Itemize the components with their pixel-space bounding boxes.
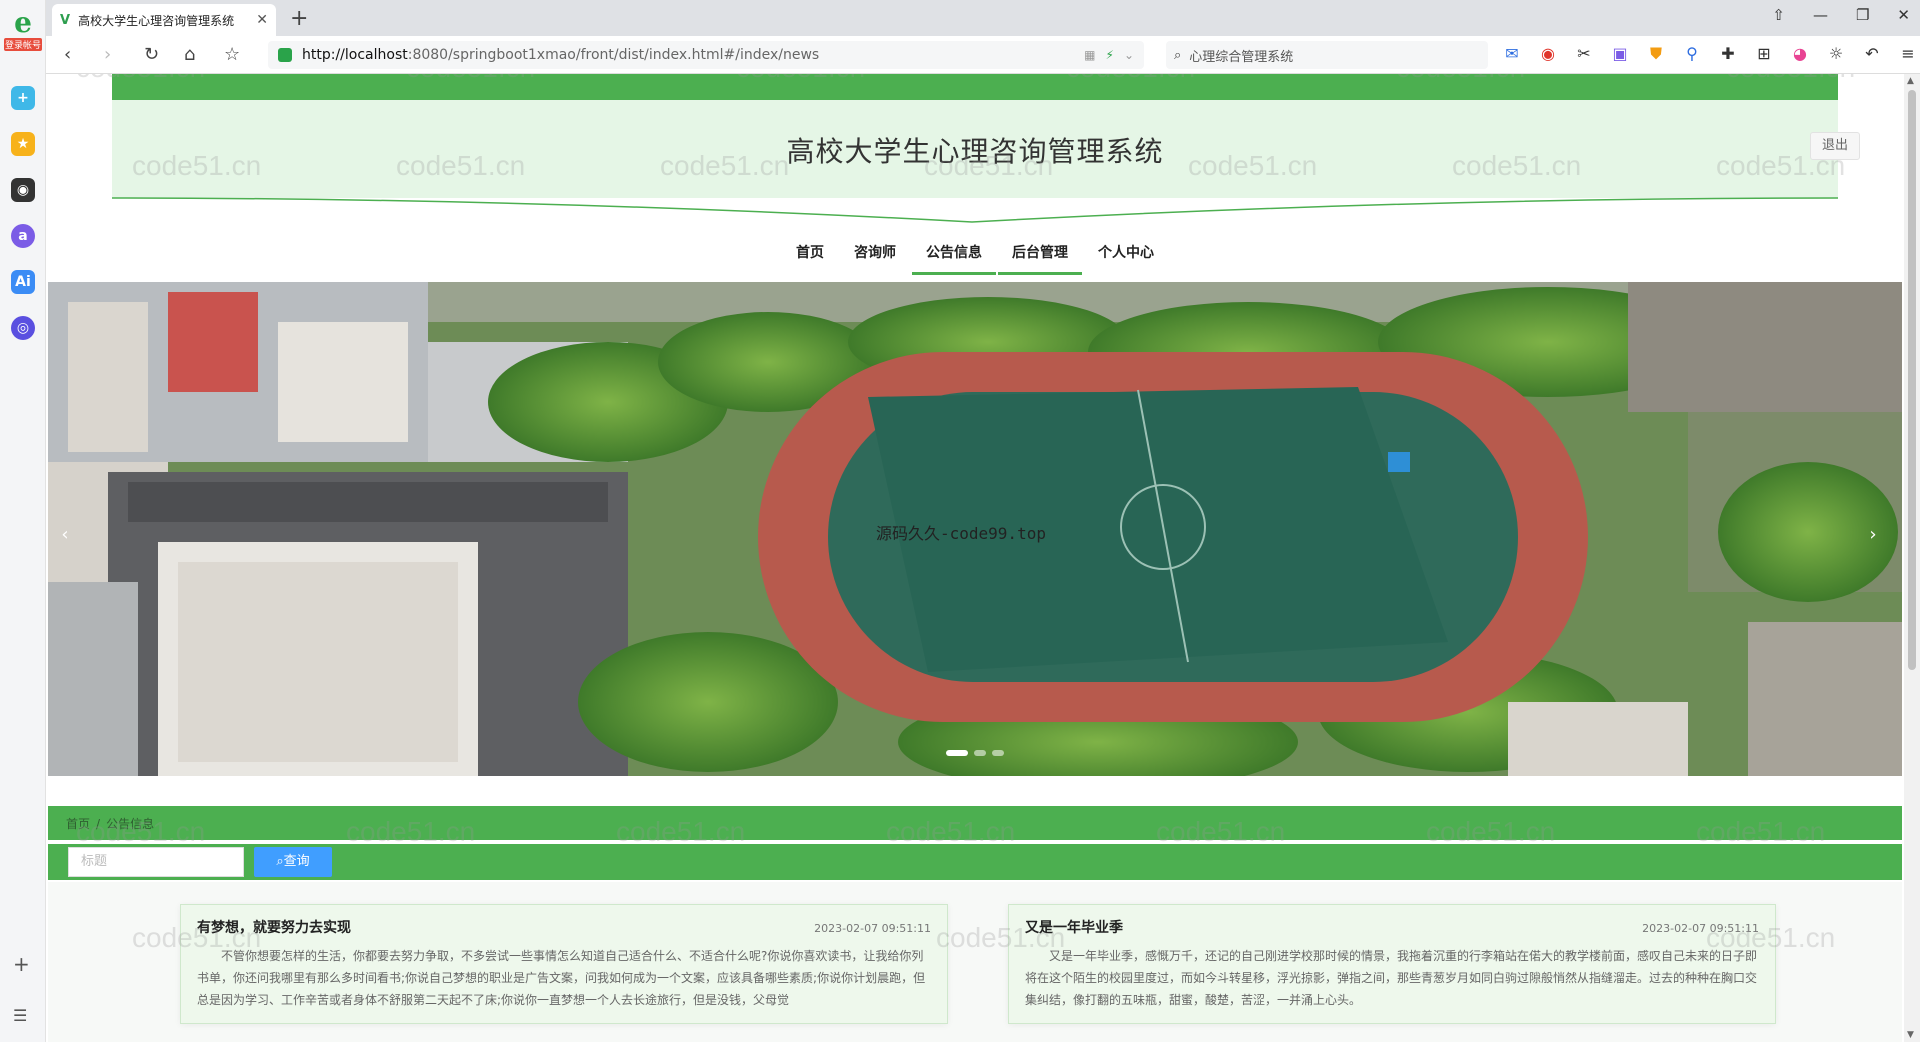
browser-toolbar: ‹ › ↻ ⌂ ☆ http://localhost:8080/springbo… bbox=[46, 36, 1920, 74]
extension-toolbar: ✉ ◉ ✂ ▣ ⛊ ⚲ ✚ ⊞ ◕ ☼ ↶ ≡ bbox=[1502, 44, 1918, 64]
qr-icon[interactable]: ▦ bbox=[1084, 48, 1095, 62]
scroll-thumb[interactable] bbox=[1908, 90, 1916, 670]
restore-icon[interactable]: ❐ bbox=[1856, 6, 1869, 24]
search-icon: ⌕ bbox=[276, 854, 284, 869]
tab-title: 高校大学生心理咨询管理系统 bbox=[78, 13, 235, 28]
news-card[interactable]: 又是一年毕业季 2023-02-07 09:51:11 又是一年毕业季，感慨万千… bbox=[1008, 904, 1776, 1024]
banner-dot[interactable] bbox=[946, 750, 968, 756]
banner-dot[interactable] bbox=[974, 750, 986, 756]
plus-app-icon[interactable]: + bbox=[11, 86, 35, 110]
add-app-icon[interactable]: + bbox=[13, 952, 30, 976]
header-top-bar bbox=[112, 74, 1838, 100]
browser-search[interactable]: ⌕ 心理综合管理系统 bbox=[1166, 41, 1488, 69]
news-title: 又是一年毕业季 bbox=[1025, 920, 1123, 936]
news-card[interactable]: 有梦想，就要努力去实现 2023-02-07 09:51:11 不管你想要怎样的… bbox=[180, 904, 948, 1024]
grid-icon[interactable]: ⊞ bbox=[1754, 44, 1774, 64]
banner-next-icon[interactable]: › bbox=[1862, 520, 1884, 550]
search-icon: ⌕ bbox=[1174, 47, 1182, 63]
nav-admin[interactable]: 后台管理 bbox=[998, 238, 1082, 275]
home-icon[interactable]: ⌂ bbox=[184, 44, 195, 65]
query-button[interactable]: ⌕查询 bbox=[254, 847, 332, 877]
bookmark-star-icon[interactable]: ☆ bbox=[224, 44, 240, 65]
banner-prev-icon[interactable]: ‹ bbox=[54, 520, 76, 550]
login-badge: 登录帐号 bbox=[4, 38, 42, 51]
magnifier-icon[interactable]: ⚲ bbox=[1682, 44, 1702, 64]
browser-menu-icon[interactable]: ≡ bbox=[1898, 44, 1918, 64]
search-text: 心理综合管理系统 bbox=[1189, 49, 1294, 65]
puzzle-icon[interactable]: ✚ bbox=[1718, 44, 1738, 64]
breadcrumb-separator: / bbox=[96, 817, 101, 831]
header-wave bbox=[112, 190, 1838, 223]
ai-app-icon[interactable]: Ai bbox=[11, 270, 35, 294]
nav-profile[interactable]: 个人中心 bbox=[1084, 238, 1168, 275]
undo-icon[interactable]: ↶ bbox=[1862, 44, 1882, 64]
scroll-up-icon[interactable]: ▲ bbox=[1907, 76, 1914, 86]
secure-shield-icon bbox=[278, 48, 292, 62]
breadcrumb-current: 公告信息 bbox=[106, 817, 155, 831]
back-icon[interactable]: ‹ bbox=[64, 44, 71, 65]
address-bar[interactable]: http://localhost:8080/springboot1xmao/fr… bbox=[268, 41, 1144, 69]
browser-logo[interactable]: e 登录帐号 bbox=[4, 8, 42, 58]
title-search-input[interactable]: 标题 bbox=[68, 847, 244, 877]
main-nav: 首页 咨询师 公告信息 后台管理 个人中心 bbox=[46, 238, 1904, 275]
forward-icon[interactable]: › bbox=[104, 44, 111, 65]
news-date: 2023-02-07 09:51:11 bbox=[814, 922, 931, 935]
chat-app-icon[interactable]: ◎ bbox=[11, 316, 35, 340]
dropdown-chevron-icon[interactable]: ⌄ bbox=[1124, 48, 1134, 62]
shield-icon[interactable]: ⛊ bbox=[1646, 44, 1666, 64]
news-excerpt: 不管你想要怎样的生活，你都要去努力争取，不多尝试一些事情怎么知道自己适合什么、不… bbox=[197, 949, 926, 1007]
new-tab-icon[interactable]: + bbox=[290, 6, 308, 31]
news-date: 2023-02-07 09:51:11 bbox=[1642, 922, 1759, 935]
site-title: 高校大学生心理咨询管理系统 bbox=[786, 135, 1164, 168]
news-excerpt: 又是一年毕业季，感慨万千，还记的自己刚进学校那时候的情景，我拖着沉重的行李箱站在… bbox=[1025, 949, 1758, 1007]
ai-circle-icon[interactable]: a bbox=[11, 224, 35, 248]
mail-icon[interactable]: ✉ bbox=[1502, 44, 1522, 64]
window-controls: ⇧ — ❐ ✕ bbox=[1772, 6, 1910, 24]
nav-announcements[interactable]: 公告信息 bbox=[912, 238, 996, 275]
menu-list-icon[interactable]: ☰ bbox=[13, 1006, 27, 1025]
reload-icon[interactable]: ↻ bbox=[144, 44, 159, 65]
news-title: 有梦想，就要努力去实现 bbox=[197, 920, 351, 936]
browser-tab[interactable]: V 高校大学生心理咨询管理系统 ✕ bbox=[52, 4, 276, 36]
url-host: http://localhost bbox=[302, 47, 408, 63]
close-tab-icon[interactable]: ✕ bbox=[256, 12, 268, 28]
breadcrumb-home[interactable]: 首页 bbox=[66, 817, 90, 831]
color-wheel-icon[interactable]: ◕ bbox=[1790, 44, 1810, 64]
lightning-icon[interactable]: ⚡ bbox=[1106, 48, 1114, 62]
breadcrumb: 首页 / 公告信息 bbox=[48, 806, 1902, 840]
vue-favicon-icon: V bbox=[60, 12, 71, 28]
game-app-icon[interactable]: ◉ bbox=[11, 178, 35, 202]
browser-tabbar: V 高校大学生心理咨询管理系统 ✕ + ⇧ — ❐ ✕ bbox=[46, 0, 1920, 36]
banner-dots bbox=[946, 750, 1004, 756]
banner-overlay-text: 源码久久-code99.top bbox=[876, 524, 1046, 543]
filter-bar: 标题 ⌕查询 bbox=[48, 844, 1902, 880]
browser-sidebar: e 登录帐号 + ★ ◉ a Ai ◎ + ☰ bbox=[0, 0, 46, 1042]
page-scrollbar[interactable]: ▲ ▼ bbox=[1904, 74, 1920, 1042]
query-button-label: 查询 bbox=[283, 854, 310, 869]
minimize-icon[interactable]: — bbox=[1813, 6, 1828, 24]
star-app-icon[interactable]: ★ bbox=[11, 132, 35, 156]
scissors-icon[interactable]: ✂ bbox=[1574, 44, 1594, 64]
scroll-down-icon[interactable]: ▼ bbox=[1907, 1030, 1914, 1040]
logout-button[interactable]: 退出 bbox=[1810, 132, 1860, 160]
nav-counselors[interactable]: 咨询师 bbox=[840, 238, 910, 275]
url-path: :8080/springboot1xmao/front/dist/index.h… bbox=[407, 47, 820, 63]
nav-home[interactable]: 首页 bbox=[782, 238, 838, 275]
weibo-icon[interactable]: ◉ bbox=[1538, 44, 1558, 64]
pin-icon[interactable]: ⇧ bbox=[1772, 6, 1785, 24]
web-page: 高校大学生心理咨询管理系统 退出 首页 咨询师 公告信息 后台管理 个人中心 源… bbox=[46, 74, 1904, 1042]
brightness-icon[interactable]: ☼ bbox=[1826, 44, 1846, 64]
translate-icon[interactable]: ▣ bbox=[1610, 44, 1630, 64]
banner-dot[interactable] bbox=[992, 750, 1004, 756]
window-close-icon[interactable]: ✕ bbox=[1897, 6, 1910, 24]
browser-logo-icon: e bbox=[14, 6, 32, 39]
